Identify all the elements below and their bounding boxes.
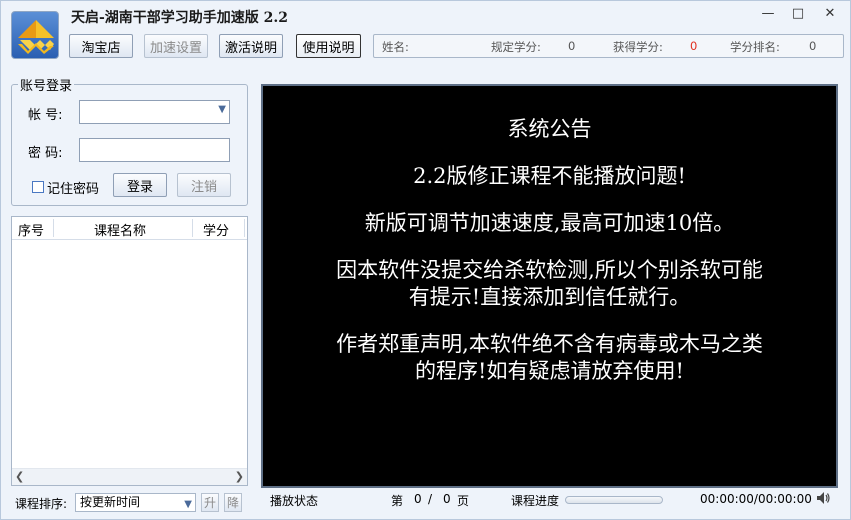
account-label: 帐 号: <box>28 108 63 123</box>
sort-select[interactable]: 按更新时间 ▼ <box>75 493 196 512</box>
notice-line: 作者郑重声明,本软件绝不含有病毒或木马之类 <box>336 332 763 356</box>
sort-ascending-button[interactable]: 升 <box>201 493 219 512</box>
earned-credits-label: 获得学分: <box>613 40 663 54</box>
play-status-label: 播放状态 <box>270 494 319 508</box>
progress-label: 课程进度 <box>511 494 560 508</box>
page-prefix: 第 <box>391 494 404 508</box>
video-player[interactable]: 系统公告 2.2版修正课程不能播放问题! 新版可调节加速速度,最高可加速10倍。… <box>261 84 838 488</box>
column-header-credits[interactable]: 学分 <box>203 220 229 239</box>
earned-credits-value: 0 <box>690 39 698 53</box>
course-progress-bar <box>565 496 663 504</box>
name-label: 姓名: <box>382 40 409 54</box>
close-button[interactable]: ✕ <box>815 1 845 25</box>
activation-help-button[interactable]: 激活说明 <box>219 34 283 58</box>
scroll-right-icon[interactable]: ❯ <box>235 470 244 483</box>
chevron-down-icon[interactable]: ▼ <box>184 496 192 513</box>
app-window: 天启-湖南干部学习助手加速版 2.2 — □ ✕ 淘宝店 加速设置 激活说明 使… <box>0 0 851 520</box>
sort-selected-value: 按更新时间 <box>80 495 141 509</box>
taobao-button[interactable]: 淘宝店 <box>69 34 133 58</box>
player-status-bar: 播放状态 第 0 / 0 页 课程进度 00:00:00/00:00:00 <box>263 490 838 510</box>
sort-label: 课程排序: <box>15 497 68 511</box>
login-button[interactable]: 登录 <box>113 173 167 197</box>
required-credits-value: 0 <box>568 39 576 53</box>
remember-password-label[interactable]: 记住密码 <box>47 178 99 197</box>
notice-title: 系统公告 <box>507 117 592 141</box>
speed-settings-button[interactable]: 加速设置 <box>144 34 208 58</box>
app-logo-icon <box>11 11 59 59</box>
rank-label: 学分排名: <box>730 40 780 54</box>
course-list-header: 序号 课程名称 学分 <box>12 217 247 240</box>
notice-line: 因本软件没提交给杀软检测,所以个别杀软可能 <box>336 258 763 282</box>
sort-descending-button[interactable]: 降 <box>224 493 242 512</box>
rank-value: 0 <box>809 39 817 53</box>
minimize-button[interactable]: — <box>753 1 783 25</box>
course-list[interactable]: 序号 课程名称 学分 ❮ ❯ <box>11 216 248 486</box>
chevron-down-icon[interactable]: ▼ <box>218 104 226 115</box>
login-legend: 账号登录 <box>18 75 75 94</box>
page-suffix: 页 <box>457 494 470 508</box>
system-notice: 系统公告 2.2版修正课程不能播放问题! 新版可调节加速速度,最高可加速10倍。… <box>263 116 836 405</box>
app-title: 天启-湖南干部学习助手加速版 2.2 <box>71 10 289 26</box>
column-header-course-name[interactable]: 课程名称 <box>94 220 146 239</box>
notice-line: 有提示!直接添加到信任就行。 <box>408 285 691 309</box>
horizontal-scrollbar[interactable]: ❮ ❯ <box>12 468 247 485</box>
volume-icon[interactable] <box>815 490 831 509</box>
password-label: 密 码: <box>28 146 63 161</box>
remember-password-checkbox[interactable] <box>32 181 44 193</box>
page-separator: / <box>428 492 433 506</box>
scroll-left-icon[interactable]: ❮ <box>15 470 24 483</box>
password-input[interactable] <box>79 138 230 162</box>
notice-line: 新版可调节加速速度,最高可加速10倍。 <box>364 211 735 235</box>
notice-line: 的程序!如有疑虑请放弃使用! <box>415 359 684 383</box>
playback-time: 00:00:00/00:00:00 <box>700 492 812 506</box>
page-current: 0 <box>414 492 422 506</box>
account-combobox[interactable]: ▼ <box>79 100 230 124</box>
maximize-button[interactable]: □ <box>783 1 813 25</box>
user-info-bar: 姓名: 规定学分: 0 获得学分: 0 学分排名: 0 <box>373 34 844 58</box>
logout-button[interactable]: 注销 <box>177 173 231 197</box>
page-total: 0 <box>443 492 451 506</box>
usage-help-button[interactable]: 使用说明 <box>296 34 361 58</box>
column-header-index[interactable]: 序号 <box>18 220 44 239</box>
notice-line: 2.2版修正课程不能播放问题! <box>413 164 686 188</box>
required-credits-label: 规定学分: <box>491 40 541 54</box>
